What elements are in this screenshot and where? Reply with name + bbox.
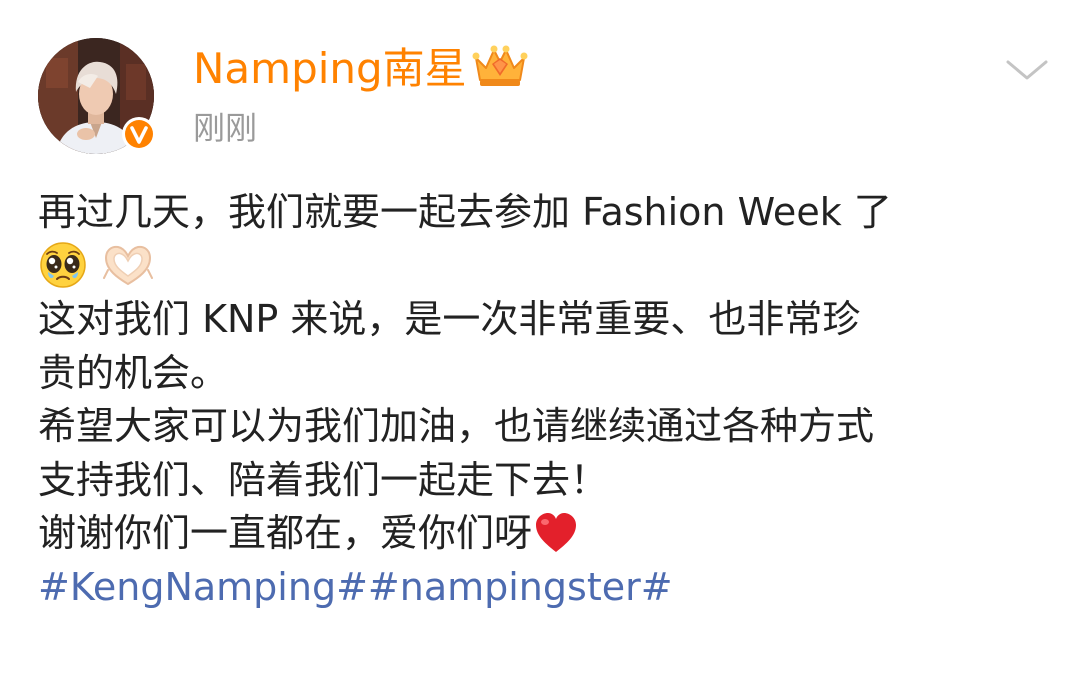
heart-hands-emoji-icon	[100, 240, 156, 290]
hashtag-link[interactable]: #KengNamping#	[38, 565, 368, 609]
content-line-7-text: 谢谢你们一直都在，爱你们呀	[38, 511, 533, 555]
content-line-4: 贵的机会。	[38, 350, 229, 395]
hashtag-link[interactable]: #nampingster#	[368, 565, 673, 609]
hashtag-row: #KengNamping##nampingster#	[38, 561, 1048, 615]
avatar-container[interactable]	[38, 38, 157, 154]
chevron-down-icon	[1006, 60, 1048, 80]
content-line-1: 再过几天，我们就要一起去参加 Fashion Week 了	[38, 190, 892, 234]
author-name[interactable]: Namping南星	[193, 44, 467, 94]
vip-crown-icon[interactable]	[470, 40, 530, 90]
post-timestamp: 刚刚	[193, 109, 258, 147]
content-line-2-emojis	[38, 240, 1048, 294]
content-line-3: 这对我们 KNP 来说，是一次非常重要、也非常珍	[38, 297, 861, 341]
weibo-post: Namping南星 刚刚 再过几天，我们就要一起去参加 Fashion Week…	[0, 0, 1080, 678]
content-line-6: 支持我们、陪着我们一起走下去！	[38, 457, 609, 502]
red-heart-emoji-icon	[532, 510, 580, 556]
content-line-5: 希望大家可以为我们加油，也请继续通过各种方式	[38, 404, 875, 448]
verified-badge-icon	[121, 116, 157, 152]
pleading-face-emoji-icon	[38, 240, 88, 290]
more-options-button[interactable]	[1000, 48, 1054, 88]
post-content: 再过几天，我们就要一起去参加 Fashion Week 了 这对我们 KNP 来…	[38, 186, 1048, 614]
content-line-7: 谢谢你们一直都在，爱你们呀	[38, 507, 1048, 561]
